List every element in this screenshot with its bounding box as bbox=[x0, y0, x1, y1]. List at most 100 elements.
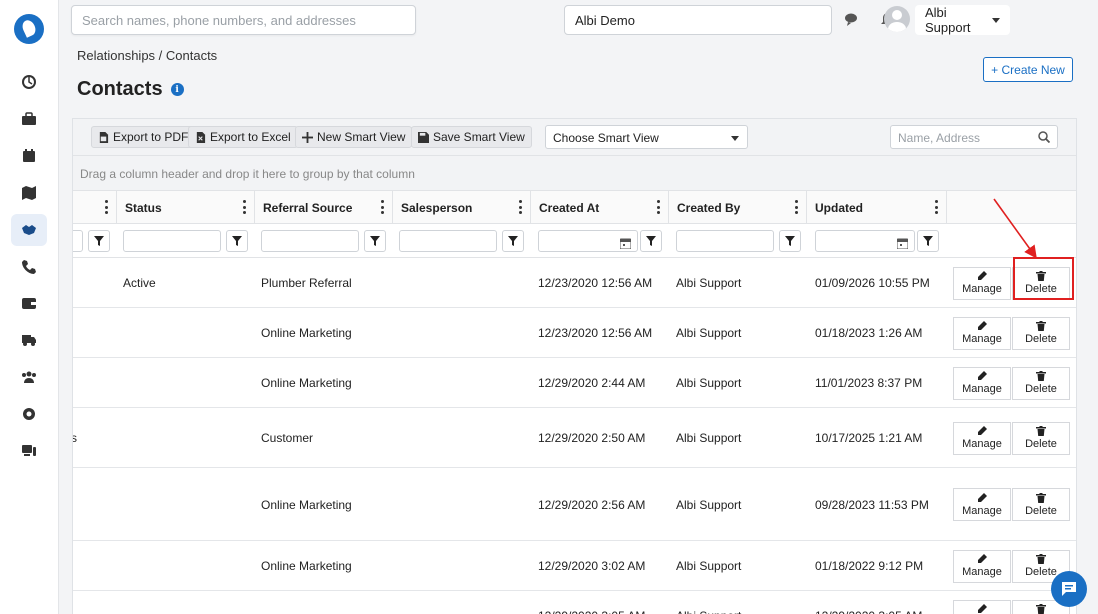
filter-button[interactable] bbox=[88, 230, 110, 252]
pencil-icon bbox=[978, 604, 987, 613]
column-menu-icon[interactable] bbox=[795, 200, 798, 214]
excel-file-icon bbox=[196, 131, 206, 143]
global-search-input[interactable]: Search names, phone numbers, and address… bbox=[71, 5, 416, 35]
manage-label: Manage bbox=[962, 283, 1002, 295]
manage-button[interactable]: Manage bbox=[953, 599, 1011, 614]
user-avatar[interactable] bbox=[884, 6, 910, 32]
filter-input-salesperson[interactable] bbox=[399, 230, 497, 252]
filter-button-updated[interactable] bbox=[917, 230, 939, 252]
row-created-by: Albi Support bbox=[676, 276, 742, 290]
row-created-at: 12/29/2020 2:50 AM bbox=[538, 431, 646, 445]
row-updated: 12/29/2020 3:05 AM bbox=[815, 609, 922, 614]
column-header-partial[interactable] bbox=[73, 191, 117, 224]
filter-funnel-icon bbox=[94, 236, 104, 246]
truck-icon[interactable] bbox=[15, 326, 43, 354]
column-header-updated[interactable]: Updated bbox=[807, 191, 947, 224]
grid-search-input[interactable]: Name, Address bbox=[890, 125, 1058, 149]
column-menu-icon[interactable] bbox=[657, 200, 660, 214]
phone-icon[interactable] bbox=[15, 253, 43, 281]
delete-button[interactable]: Delete bbox=[1012, 488, 1070, 521]
briefcase-icon[interactable] bbox=[15, 105, 43, 133]
filter-input-created-by[interactable] bbox=[676, 230, 774, 252]
column-menu-icon[interactable] bbox=[105, 200, 108, 214]
manage-button[interactable]: Manage bbox=[953, 549, 1011, 583]
save-smart-view-button[interactable]: Save Smart View bbox=[411, 126, 532, 148]
filter-button-created-at[interactable] bbox=[640, 230, 662, 252]
filter-input-referral-source[interactable] bbox=[261, 230, 359, 252]
pencil-icon bbox=[978, 492, 987, 502]
handshake-icon[interactable] bbox=[11, 214, 47, 246]
column-menu-icon[interactable] bbox=[519, 200, 522, 214]
smart-view-select[interactable]: Choose Smart View bbox=[545, 125, 748, 149]
devices-icon[interactable] bbox=[15, 437, 43, 465]
column-menu-icon[interactable] bbox=[243, 200, 246, 214]
trash-icon bbox=[1036, 554, 1046, 564]
wallet-icon[interactable] bbox=[15, 289, 43, 317]
delete-label: Delete bbox=[1025, 438, 1057, 450]
floppy-disk-icon bbox=[418, 131, 429, 143]
filter-input-status[interactable] bbox=[123, 230, 221, 252]
info-icon[interactable]: i bbox=[170, 83, 184, 96]
users-icon[interactable] bbox=[15, 363, 43, 391]
delete-button[interactable]: Delete bbox=[1012, 366, 1070, 400]
row-referral-source: Online Marketing bbox=[261, 559, 352, 573]
delete-label: Delete bbox=[1025, 333, 1057, 345]
filter-funnel-icon bbox=[646, 236, 656, 246]
row-created-by: Albi Support bbox=[676, 559, 742, 573]
column-menu-icon[interactable] bbox=[935, 200, 938, 214]
sidebar bbox=[0, 0, 59, 614]
calendar-icon[interactable] bbox=[896, 236, 909, 250]
company-selector[interactable]: Albi Demo bbox=[564, 5, 832, 35]
chevron-down-icon bbox=[731, 136, 739, 141]
delete-label: Delete bbox=[1025, 504, 1057, 517]
row-referral-source: Plumber Referral bbox=[261, 276, 352, 290]
export-excel-button[interactable]: Export to Excel bbox=[188, 126, 298, 148]
filter-button-salesperson[interactable] bbox=[502, 230, 524, 252]
column-header-created-by[interactable]: Created By bbox=[669, 191, 807, 224]
dashboard-icon[interactable] bbox=[15, 68, 43, 96]
group-drop-zone[interactable]: Drag a column header and drop it here to… bbox=[73, 156, 1076, 191]
export-pdf-button[interactable]: Export to PDF bbox=[91, 126, 196, 148]
create-new-button[interactable]: + Create New bbox=[983, 57, 1073, 82]
column-header-referral-source[interactable]: Referral Source bbox=[255, 191, 393, 224]
column-header-created-at[interactable]: Created At bbox=[531, 191, 669, 224]
delete-button[interactable]: Delete bbox=[1012, 316, 1070, 350]
manage-label: Manage bbox=[962, 504, 1002, 517]
chat-support-button[interactable] bbox=[1051, 571, 1087, 607]
manage-button[interactable]: Manage bbox=[953, 488, 1011, 521]
row-updated: 10/17/2025 1:21 AM bbox=[815, 431, 923, 445]
page-title: Contacts i bbox=[77, 78, 184, 101]
albi-logo-icon[interactable] bbox=[14, 14, 44, 44]
delete-label: Delete bbox=[1025, 566, 1057, 578]
row-updated: 01/18/2022 9:12 PM bbox=[815, 559, 924, 573]
calendar-icon[interactable] bbox=[15, 142, 43, 170]
filter-button-referral-source[interactable] bbox=[364, 230, 386, 252]
row-partial-cell: s bbox=[73, 431, 77, 445]
new-smart-view-button[interactable]: New Smart View bbox=[295, 126, 413, 148]
calendar-icon[interactable] bbox=[619, 236, 632, 250]
manage-button[interactable]: Manage bbox=[953, 421, 1011, 455]
manage-button[interactable]: Manage bbox=[953, 366, 1011, 400]
filter-button-created-by[interactable] bbox=[779, 230, 801, 252]
filter-input-partial[interactable] bbox=[73, 230, 83, 252]
manage-button[interactable]: Manage bbox=[953, 266, 1011, 300]
column-header-salesperson[interactable]: Salesperson bbox=[393, 191, 531, 224]
settings-gear-icon[interactable] bbox=[15, 400, 43, 428]
trash-icon bbox=[1036, 604, 1046, 614]
user-menu[interactable]: Albi Support bbox=[915, 5, 1010, 35]
pdf-file-icon bbox=[99, 131, 109, 143]
row-referral-source: Customer bbox=[261, 431, 314, 445]
pencil-icon bbox=[978, 321, 987, 330]
trash-icon bbox=[1036, 371, 1046, 381]
column-header-status[interactable]: Status bbox=[117, 191, 255, 224]
chat-message-icon bbox=[1062, 582, 1076, 596]
chat-bubbles-icon[interactable] bbox=[842, 10, 862, 30]
grid-toolbar: Export to PDF Export to Excel New Smart … bbox=[73, 119, 1076, 156]
map-icon[interactable] bbox=[15, 179, 43, 207]
column-menu-icon[interactable] bbox=[381, 200, 384, 214]
row-referral-source: Online Marketing bbox=[261, 497, 352, 512]
column-header-actions bbox=[947, 191, 1076, 224]
manage-button[interactable]: Manage bbox=[953, 316, 1011, 350]
filter-button-status[interactable] bbox=[226, 230, 248, 252]
delete-button[interactable]: Delete bbox=[1012, 421, 1070, 455]
